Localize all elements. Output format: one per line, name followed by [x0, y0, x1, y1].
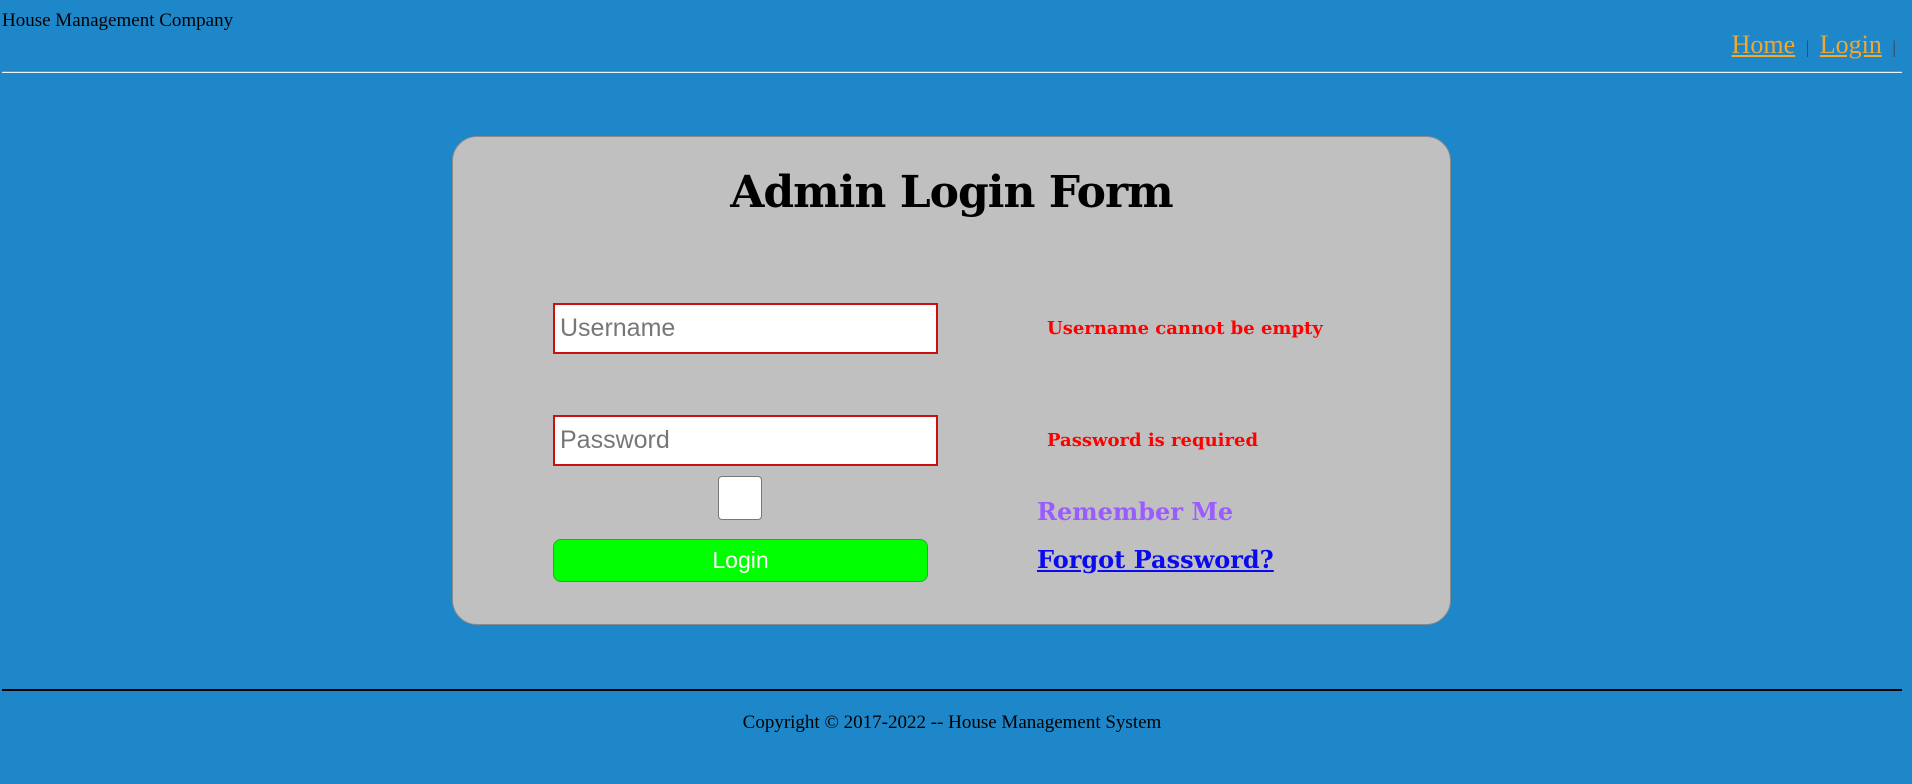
footer-divider [2, 689, 1902, 691]
nav-separator: | [1805, 37, 1810, 57]
header-divider [2, 71, 1902, 73]
nav-login-link[interactable]: Login [1820, 30, 1882, 59]
password-error: Password is required [1047, 430, 1259, 451]
password-input[interactable] [553, 415, 938, 466]
top-nav: Home | Login | [1732, 30, 1900, 60]
company-name: House Management Company [2, 10, 234, 31]
login-panel: Admin Login Form Username cannot be empt… [452, 136, 1451, 625]
username-error: Username cannot be empty [1047, 318, 1323, 339]
login-button[interactable]: Login [553, 539, 928, 582]
nav-separator: | [1892, 37, 1896, 57]
remember-me-checkbox[interactable] [718, 476, 762, 520]
username-input[interactable] [553, 303, 938, 354]
form-title: Admin Login Form [730, 167, 1173, 218]
footer-copyright: Copyright © 2017-2022 -- House Managemen… [742, 712, 1162, 733]
forgot-password-link[interactable]: Forgot Password? [1037, 545, 1274, 574]
remember-me-label: Remember Me [1037, 497, 1234, 526]
nav-home-link[interactable]: Home [1732, 30, 1796, 59]
